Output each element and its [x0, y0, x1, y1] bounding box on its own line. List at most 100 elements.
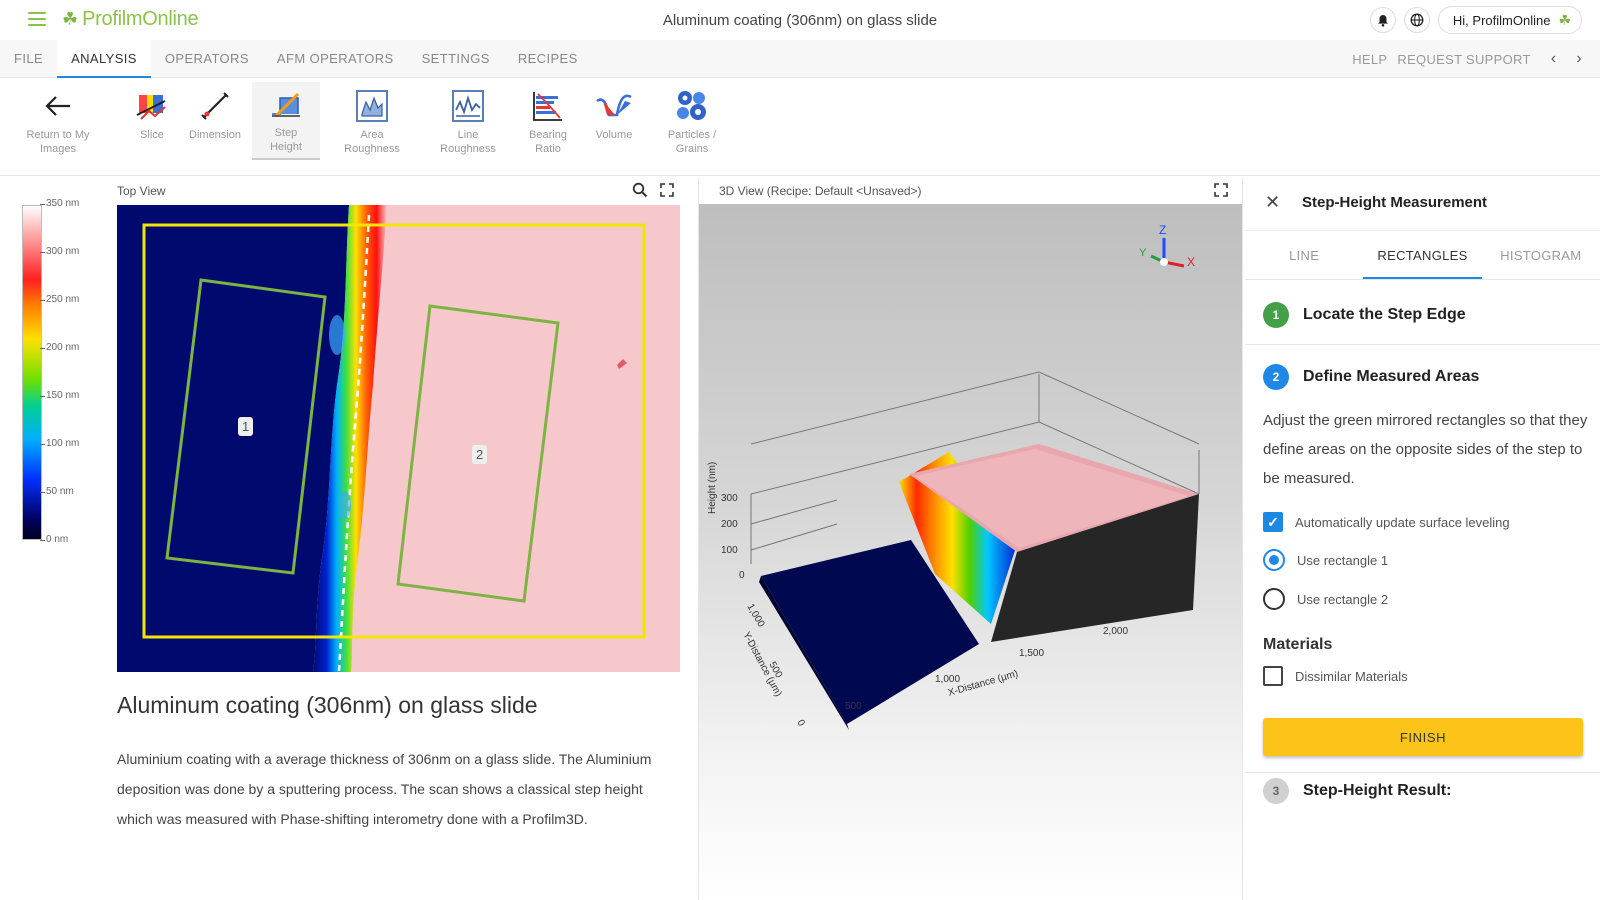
- top-view-image[interactable]: 1 2: [117, 205, 680, 672]
- tab-settings[interactable]: SETTINGS: [408, 40, 504, 78]
- logo-text: ProfilmOnline: [82, 8, 199, 30]
- volume-button[interactable]: Volume: [586, 84, 642, 142]
- slice-button[interactable]: Slice: [130, 84, 174, 142]
- tool-label: Return to My Images: [26, 129, 90, 155]
- bell-icon[interactable]: [1369, 7, 1396, 33]
- x-tick: 1,500: [1019, 648, 1044, 659]
- menu-bar: FILE ANALYSIS OPERATORS AFM OPERATORS SE…: [0, 40, 1600, 78]
- step-3[interactable]: 3 Step-Height Result:: [1263, 778, 1451, 804]
- x-tick: 2,000: [1103, 626, 1128, 637]
- bearing-ratio-button[interactable]: Bearing Ratio: [520, 84, 576, 156]
- step-1-number: 1: [1263, 302, 1289, 328]
- rectangle-2-label[interactable]: 2: [472, 445, 488, 464]
- x-tick: 500: [845, 701, 862, 712]
- chevron-left-icon[interactable]: ‹: [1551, 50, 1557, 68]
- menu-right: HELP REQUEST SUPPORT ‹ ›: [1352, 40, 1582, 78]
- step-2-instructions: Adjust the green mirrored rectangles so …: [1263, 412, 1588, 487]
- rectangle-1-label[interactable]: 1: [238, 417, 254, 436]
- hamburger-icon[interactable]: [28, 12, 46, 26]
- tab-operators[interactable]: OPERATORS: [151, 40, 263, 78]
- document-title-wrap: Aluminum coating (306nm) on glass slide: [0, 12, 1600, 29]
- step-1-title: Locate the Step Edge: [1303, 306, 1466, 323]
- divider: [1245, 772, 1600, 773]
- top-bar: ☘ ProfilmOnline Aluminum coating (306nm)…: [0, 0, 1600, 40]
- colorbar-tick: 250 nm: [39, 294, 80, 305]
- use-rectangle-1-option[interactable]: Use rectangle 1: [1263, 549, 1388, 571]
- tool-label: Area Roughness: [344, 129, 400, 155]
- image-title: Aluminum coating (306nm) on glass slide: [117, 692, 538, 718]
- finish-button[interactable]: FINISH: [1263, 718, 1583, 756]
- fullscreen-icon[interactable]: [660, 183, 674, 202]
- dimension-button[interactable]: Dimension: [182, 84, 248, 142]
- request-support-link[interactable]: REQUEST SUPPORT: [1397, 52, 1530, 67]
- y-tick: 1,000: [744, 602, 766, 630]
- tab-rectangles[interactable]: RECTANGLES: [1363, 231, 1482, 279]
- user-menu-button[interactable]: Hi, ProfilmOnline ☘: [1437, 6, 1582, 34]
- colorbar-tick: 150 nm: [39, 390, 80, 401]
- tool-label: Bearing Ratio: [529, 129, 567, 155]
- user-avatar-icon: ☘: [1558, 11, 1571, 28]
- globe-icon[interactable]: [1403, 7, 1430, 33]
- tool-label: Dimension: [189, 129, 241, 141]
- use-rectangle-2-radio[interactable]: [1263, 588, 1285, 610]
- step-3-title: Step-Height Result:: [1303, 782, 1452, 799]
- area-roughness-icon: [354, 84, 390, 128]
- step-2-number: 2: [1263, 364, 1289, 390]
- document-title: Aluminum coating (306nm) on glass slide: [662, 12, 938, 29]
- tool-label: Particles / Grains: [667, 129, 717, 155]
- volume-icon: [595, 84, 633, 128]
- fullscreen-icon[interactable]: [1214, 183, 1228, 202]
- back-arrow-icon: [44, 84, 72, 128]
- tab-line[interactable]: LINE: [1245, 231, 1363, 279]
- leaf-logo-icon: ☘: [62, 9, 79, 30]
- dissimilar-materials-label: Dissimilar Materials: [1295, 668, 1408, 684]
- slice-icon: [135, 84, 169, 128]
- line-roughness-button[interactable]: Line Roughness: [428, 84, 508, 156]
- image-description: Aluminium coating with a average thickne…: [117, 751, 652, 827]
- tab-file[interactable]: FILE: [0, 40, 57, 78]
- colorbar-tick: 0 nm: [39, 534, 69, 545]
- top-view-heightmap: [117, 205, 680, 672]
- auto-level-label: Automatically update surface leveling: [1295, 514, 1510, 530]
- use-rectangle-1-label: Use rectangle 1: [1297, 552, 1389, 568]
- zoom-icon[interactable]: [632, 182, 648, 203]
- auto-level-option[interactable]: ✓ Automatically update surface leveling: [1263, 512, 1510, 532]
- use-rectangle-2-label: Use rectangle 2: [1297, 591, 1389, 607]
- help-link[interactable]: HELP: [1352, 52, 1387, 67]
- panel-tabs: LINE RECTANGLES HISTOGRAM: [1245, 230, 1600, 280]
- step-height-panel: ✕ Step-Height Measurement LINE RECTANGLE…: [1245, 178, 1600, 900]
- tool-label: Volume: [595, 129, 633, 141]
- particles-icon: [673, 84, 711, 128]
- step-height-icon: [268, 82, 304, 126]
- auto-level-checkbox[interactable]: ✓: [1263, 512, 1283, 532]
- height-tick: 0: [739, 570, 745, 581]
- chevron-right-icon[interactable]: ›: [1576, 50, 1582, 68]
- menu-tabs: FILE ANALYSIS OPERATORS AFM OPERATORS SE…: [0, 40, 592, 78]
- particles-grains-button[interactable]: Particles / Grains: [652, 84, 732, 156]
- dissimilar-materials-checkbox[interactable]: [1263, 666, 1283, 686]
- area-roughness-button[interactable]: Area Roughness: [334, 84, 410, 156]
- use-rectangle-2-option[interactable]: Use rectangle 2: [1263, 588, 1388, 610]
- axis-y-label: Y: [1139, 247, 1147, 259]
- use-rectangle-1-radio[interactable]: [1263, 549, 1285, 571]
- tab-recipes[interactable]: RECIPES: [504, 40, 592, 78]
- step-height-button[interactable]: Step Height: [252, 82, 320, 160]
- tool-label: Line Roughness: [440, 129, 496, 155]
- tab-analysis[interactable]: ANALYSIS: [57, 40, 151, 78]
- return-to-images-button[interactable]: Return to My Images: [18, 84, 98, 156]
- app-logo[interactable]: ☘ ProfilmOnline: [62, 8, 199, 31]
- panel-header: ✕ Step-Height Measurement: [1245, 178, 1600, 230]
- colorbar-tick: 50 nm: [40, 486, 74, 497]
- view-3d-panel[interactable]: 3D View (Recipe: Default <Unsaved>) 300 …: [698, 178, 1243, 900]
- close-icon[interactable]: ✕: [1265, 192, 1280, 213]
- user-controls: Hi, ProfilmOnline ☘: [1369, 6, 1582, 34]
- height-tick: 100: [721, 545, 738, 556]
- view-3d-header: 3D View (Recipe: Default <Unsaved>): [699, 178, 1242, 204]
- tab-histogram[interactable]: HISTOGRAM: [1482, 231, 1600, 279]
- step-2[interactable]: 2 Define Measured Areas: [1263, 364, 1479, 390]
- tab-afm-operators[interactable]: AFM OPERATORS: [263, 40, 408, 78]
- dissimilar-materials-option[interactable]: Dissimilar Materials: [1263, 666, 1408, 686]
- step-1[interactable]: 1 Locate the Step Edge: [1263, 302, 1466, 328]
- dimension-icon: [198, 84, 232, 128]
- analysis-toolbar: Return to My Images Slice Dimension Step…: [0, 78, 1600, 176]
